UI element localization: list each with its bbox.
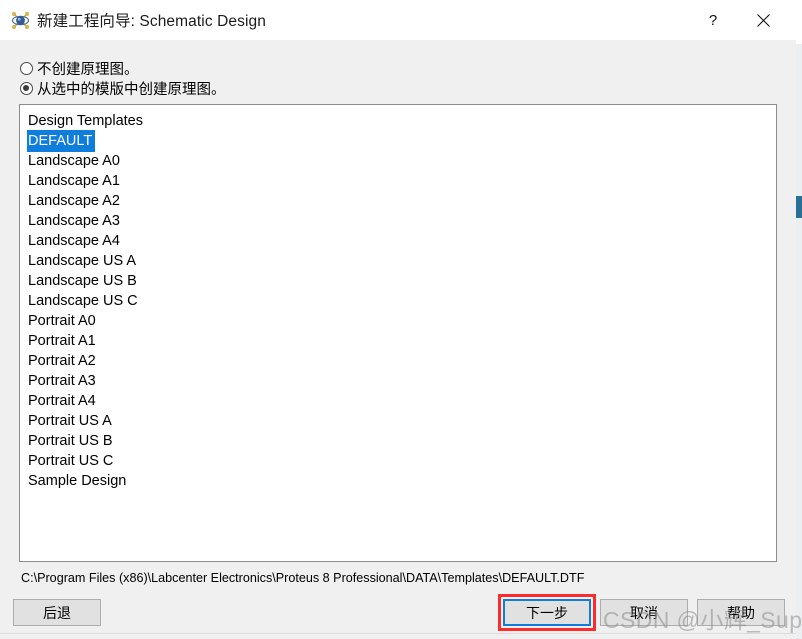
back-button-label: 后退 xyxy=(43,604,71,621)
list-item-label: Landscape US C xyxy=(28,293,138,309)
design-templates-listbox[interactable]: Design Templates DEFAULT Landscape A0 Land… xyxy=(19,104,777,562)
list-item[interactable]: Portrait A4 xyxy=(20,390,776,410)
list-item-label: DEFAULT xyxy=(27,130,96,152)
list-item-label: Landscape US B xyxy=(28,273,137,289)
list-item[interactable]: Portrait US B xyxy=(20,430,776,450)
list-item[interactable]: DEFAULT xyxy=(20,130,776,152)
list-item-label: Landscape A3 xyxy=(28,213,120,229)
list-item-label: Sample Design xyxy=(28,473,127,489)
list-item[interactable]: Portrait US C xyxy=(20,450,776,470)
radio-option-from-template[interactable]: 从选中的模版中创建原理图。 xyxy=(20,78,226,98)
titlebar-help-icon[interactable]: ? xyxy=(690,0,736,40)
radio-circle-icon xyxy=(20,61,33,75)
list-item[interactable]: Landscape A1 xyxy=(20,170,776,190)
cancel-button[interactable]: 取消 xyxy=(600,599,688,626)
list-item-label: Portrait US B xyxy=(28,433,113,449)
list-item[interactable]: Landscape US B xyxy=(20,270,776,290)
next-button-label: 下一步 xyxy=(526,604,568,621)
list-item[interactable]: Portrait A3 xyxy=(20,370,776,390)
list-item-label: Portrait A2 xyxy=(28,353,96,369)
cancel-button-label: 取消 xyxy=(630,604,658,621)
help-button-label: 帮助 xyxy=(727,604,755,621)
list-item[interactable]: Portrait A2 xyxy=(20,350,776,370)
background-app-right-strip xyxy=(796,0,802,639)
list-item-label: Landscape A1 xyxy=(28,173,120,189)
close-glyph xyxy=(756,13,770,27)
list-item-label: Portrait A1 xyxy=(28,333,96,349)
list-item-label: Portrait US A xyxy=(28,413,112,429)
list-item[interactable]: Landscape A0 xyxy=(20,150,776,170)
help-glyph: ? xyxy=(708,11,718,29)
list-item-label: Landscape A2 xyxy=(28,193,120,209)
back-button[interactable]: 后退 xyxy=(13,599,101,626)
list-item[interactable]: Landscape US A xyxy=(20,250,776,270)
radio-option-no-schematic[interactable]: 不创建原理图。 xyxy=(20,58,139,78)
proteus-atom-icon xyxy=(11,11,30,30)
list-header: Design Templates xyxy=(28,113,143,129)
list-item[interactable]: Landscape A2 xyxy=(20,190,776,210)
list-item[interactable]: Landscape A3 xyxy=(20,210,776,230)
list-item-label: Portrait A0 xyxy=(28,313,96,329)
title-bar: 新建工程向导: Schematic Design ? xyxy=(0,0,796,40)
list-item[interactable]: Portrait A0 xyxy=(20,310,776,330)
design-templates-list: Design Templates DEFAULT Landscape A0 Land… xyxy=(20,110,776,490)
list-item[interactable]: Landscape A4 xyxy=(20,230,776,250)
list-item-label: Portrait A4 xyxy=(28,393,96,409)
footer-divider xyxy=(0,633,796,634)
list-item-label: Landscape A0 xyxy=(28,153,120,169)
list-item-label: Portrait A3 xyxy=(28,373,96,389)
new-project-wizard-dialog: 新建工程向导: Schematic Design ? 不创建原理图。 从选中的模… xyxy=(0,0,802,639)
selected-template-path: C:\Program Files (x86)\Labcenter Electro… xyxy=(21,571,585,585)
list-item[interactable]: Portrait US A xyxy=(20,410,776,430)
window-title: 新建工程向导: Schematic Design xyxy=(37,13,266,30)
radio-option-from-template-label: 从选中的模版中创建原理图。 xyxy=(37,81,226,98)
list-item-label: Landscape A4 xyxy=(28,233,120,249)
radio-circle-selected-icon xyxy=(20,81,33,95)
list-item[interactable]: Landscape US C xyxy=(20,290,776,310)
next-button[interactable]: 下一步 xyxy=(503,599,591,626)
help-button[interactable]: 帮助 xyxy=(697,599,785,626)
radio-option-no-schematic-label: 不创建原理图。 xyxy=(37,61,139,78)
list-item[interactable]: Portrait A1 xyxy=(20,330,776,350)
list-item[interactable]: Sample Design xyxy=(20,470,776,490)
close-icon[interactable] xyxy=(740,0,786,40)
list-item-label: Landscape US A xyxy=(28,253,137,269)
list-item-label: Portrait US C xyxy=(28,453,114,469)
